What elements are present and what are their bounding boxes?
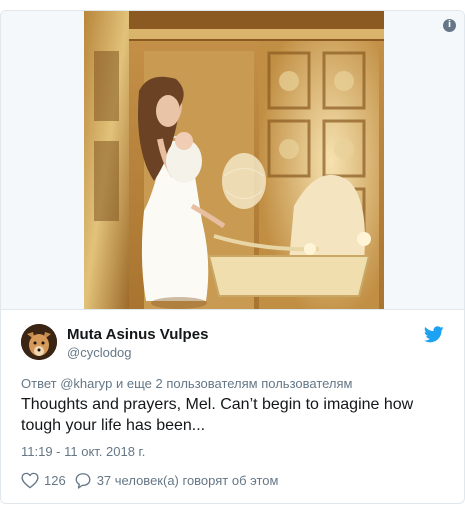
- embedded-tweet-card: i Muta Asinus Vulpes @cyclodog Ответ @kh…: [0, 10, 465, 504]
- tweet-text: Thoughts and prayers, Mel. Can’t begin t…: [21, 396, 414, 434]
- heart-icon: [21, 472, 39, 488]
- like-button[interactable]: 126: [21, 472, 66, 489]
- tweet-media[interactable]: i: [1, 11, 464, 309]
- author-handle[interactable]: @cyclodog: [67, 345, 132, 360]
- reply-context[interactable]: Ответ @kharyp и еще 2 пользователям поль…: [21, 376, 353, 391]
- tweet-body: Muta Asinus Vulpes @cyclodog Ответ @khar…: [1, 309, 464, 503]
- info-icon[interactable]: i: [443, 19, 456, 32]
- twitter-bird-icon[interactable]: [423, 326, 444, 343]
- tweet-actions: 126 37 человек(а) говорят об этом: [21, 470, 286, 490]
- author-name[interactable]: Muta Asinus Vulpes: [67, 326, 208, 343]
- tweet-timestamp[interactable]: 11:19 - 11 окт. 2018 г.: [21, 444, 145, 459]
- avatar[interactable]: [21, 324, 57, 360]
- conversation-button[interactable]: 37 человек(а) говорят об этом: [74, 472, 279, 489]
- talking-count: 37 человек(а) говорят об этом: [96, 472, 279, 488]
- comment-bubble-icon: [75, 472, 91, 489]
- tweet-photo[interactable]: [84, 11, 384, 309]
- like-count: 126: [44, 472, 66, 488]
